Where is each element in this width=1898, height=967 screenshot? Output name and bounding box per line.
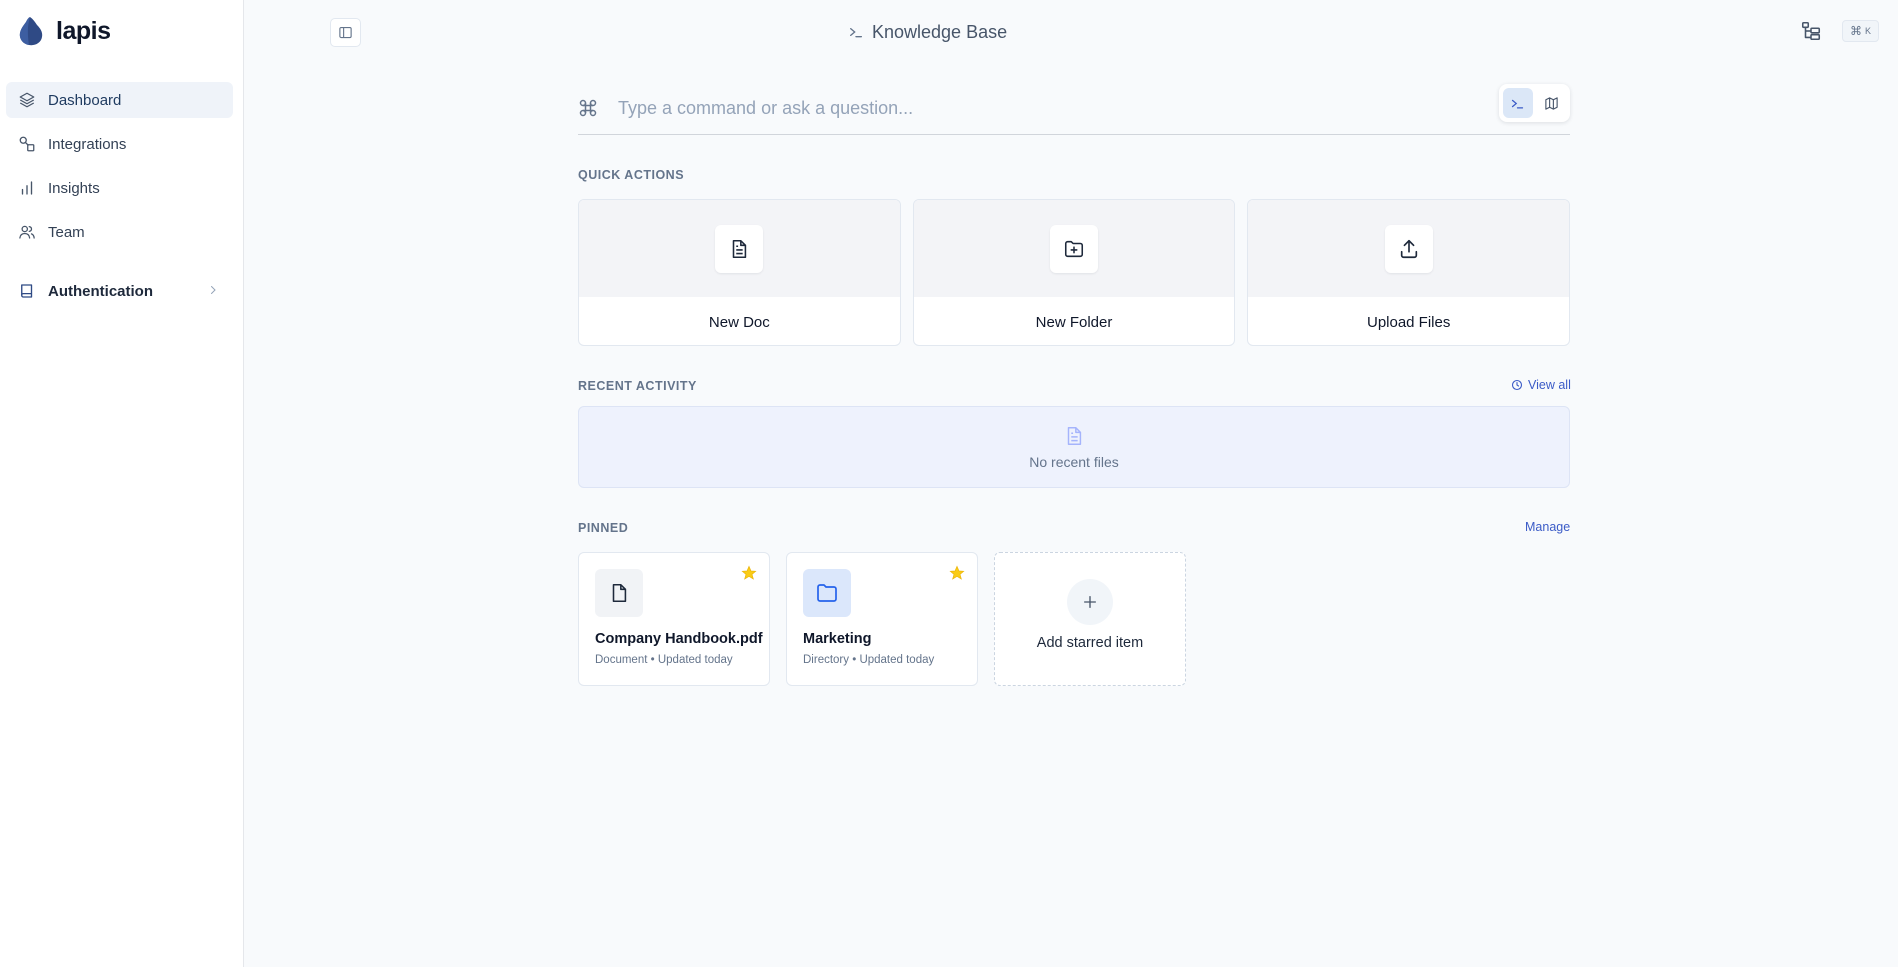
sidebar-item-label: Team: [48, 223, 85, 241]
book-icon: [18, 282, 36, 300]
pinned-item-type: Document: [595, 654, 648, 666]
layers-icon: [18, 91, 36, 109]
mode-toggle: [1499, 84, 1570, 122]
pinned-item-updated: Updated today: [859, 654, 935, 666]
command-symbol: ⌘: [1849, 24, 1862, 38]
tree-view-button[interactable]: [1800, 20, 1822, 42]
page-title: Knowledge Base: [848, 18, 1007, 46]
manage-pinned-link[interactable]: Manage: [1525, 520, 1570, 534]
command-bar: [578, 82, 1570, 135]
main-content: Knowledge Base ⌘ K QUICK: [245, 0, 1898, 967]
new-doc-button[interactable]: New Doc: [578, 199, 901, 346]
bar-chart-icon: [18, 179, 36, 197]
folder-plus-icon: [1063, 238, 1085, 260]
file-icon: [608, 582, 630, 604]
chevron-right-icon: [207, 284, 219, 296]
map-mode-button[interactable]: [1537, 88, 1567, 118]
keyboard-shortcut-badge[interactable]: ⌘ K: [1842, 20, 1879, 42]
new-folder-button[interactable]: New Folder: [912, 199, 1236, 346]
sidebar-group-authentication[interactable]: Authentication: [6, 273, 233, 309]
upload-files-button[interactable]: Upload Files: [1247, 199, 1571, 346]
file-text-icon: [1063, 424, 1085, 448]
nav-divider: [6, 258, 233, 273]
pinned-item-marketing[interactable]: Marketing Directory • Updated today: [786, 552, 978, 686]
sidebar-nav: Dashboard Integrations Insights Team Aut…: [6, 82, 233, 317]
sidebar-item-team[interactable]: Team: [6, 214, 233, 250]
quick-action-label: New Doc: [708, 313, 770, 331]
quick-action-icon-box: [715, 224, 764, 273]
sidebar-item-dashboard[interactable]: Dashboard: [6, 82, 233, 118]
quick-actions-grid: New Doc New Folder Upload Files: [578, 199, 1571, 346]
logo[interactable]: lapis: [18, 16, 111, 46]
sidebar-toggle-button[interactable]: [330, 18, 361, 47]
command-input[interactable]: [618, 97, 1478, 119]
quick-action-icon-box: [1050, 224, 1098, 273]
map-icon: [1544, 96, 1559, 111]
quick-action-preview: [1248, 200, 1570, 297]
list-tree-icon: [1800, 20, 1822, 42]
sidebar-item-insights[interactable]: Insights: [6, 170, 233, 206]
star-icon[interactable]: [949, 565, 965, 581]
pinned-item-meta: Directory • Updated today: [803, 654, 935, 666]
file-text-icon: [728, 238, 750, 260]
sidebar-item-label: Dashboard: [48, 91, 122, 109]
view-all-link[interactable]: View all: [1511, 378, 1571, 392]
page-title-text: Knowledge Base: [872, 21, 1008, 42]
sidebar-item-label: Insights: [48, 179, 100, 197]
pinned-heading: PINNED: [578, 521, 629, 535]
terminal-icon: [848, 24, 864, 40]
pinned-item-updated: Updated today: [657, 654, 733, 666]
folder-icon: [815, 581, 839, 605]
quick-action-label: Upload Files: [1366, 313, 1451, 331]
app-name: lapis: [56, 16, 111, 45]
quick-action-icon-box: [1384, 224, 1433, 273]
pinned-item-icon-box: [803, 569, 851, 617]
quick-action-preview: [579, 200, 900, 297]
shapes-icon: [18, 135, 36, 153]
sidebar-item-label: Integrations: [48, 135, 127, 153]
empty-state-text: No recent files: [1029, 454, 1119, 470]
view-all-label: View all: [1528, 378, 1571, 392]
recent-activity-heading: RECENT ACTIVITY: [578, 379, 697, 393]
quick-action-label: New Folder: [1035, 313, 1113, 331]
pinned-item-type: Directory: [803, 654, 850, 666]
add-starred-item-button[interactable]: Add starred item: [994, 552, 1186, 686]
terminal-mode-button[interactable]: [1503, 88, 1533, 118]
pinned-item-meta: Document • Updated today: [595, 654, 733, 666]
quick-actions-heading: QUICK ACTIONS: [578, 168, 685, 182]
sidebar: lapis Dashboard Integrations Insights Te…: [0, 0, 244, 967]
clock-icon: [1511, 379, 1523, 391]
pinned-item-company-handbook[interactable]: Company Handbook.pdf Document • Updated …: [578, 552, 770, 686]
users-icon: [18, 223, 36, 241]
star-icon[interactable]: [741, 565, 757, 581]
pinned-item-title: Marketing: [803, 631, 872, 647]
sidebar-item-integrations[interactable]: Integrations: [6, 126, 233, 162]
panel-left-icon: [338, 25, 353, 40]
pinned-item-title: Company Handbook.pdf: [595, 631, 763, 647]
upload-icon: [1398, 238, 1420, 260]
shortcut-key: K: [1864, 26, 1871, 36]
terminal-icon: [1510, 96, 1525, 111]
quick-action-preview: [913, 200, 1235, 297]
plus-icon: [1067, 579, 1113, 625]
command-icon: [578, 98, 598, 118]
pinned-item-icon-box: [595, 569, 643, 617]
lapis-logo-icon: [19, 17, 43, 46]
recent-activity-empty-state: No recent files: [578, 406, 1570, 488]
sidebar-group-label: Authentication: [48, 282, 153, 300]
add-starred-item-label: Add starred item: [1036, 635, 1144, 651]
